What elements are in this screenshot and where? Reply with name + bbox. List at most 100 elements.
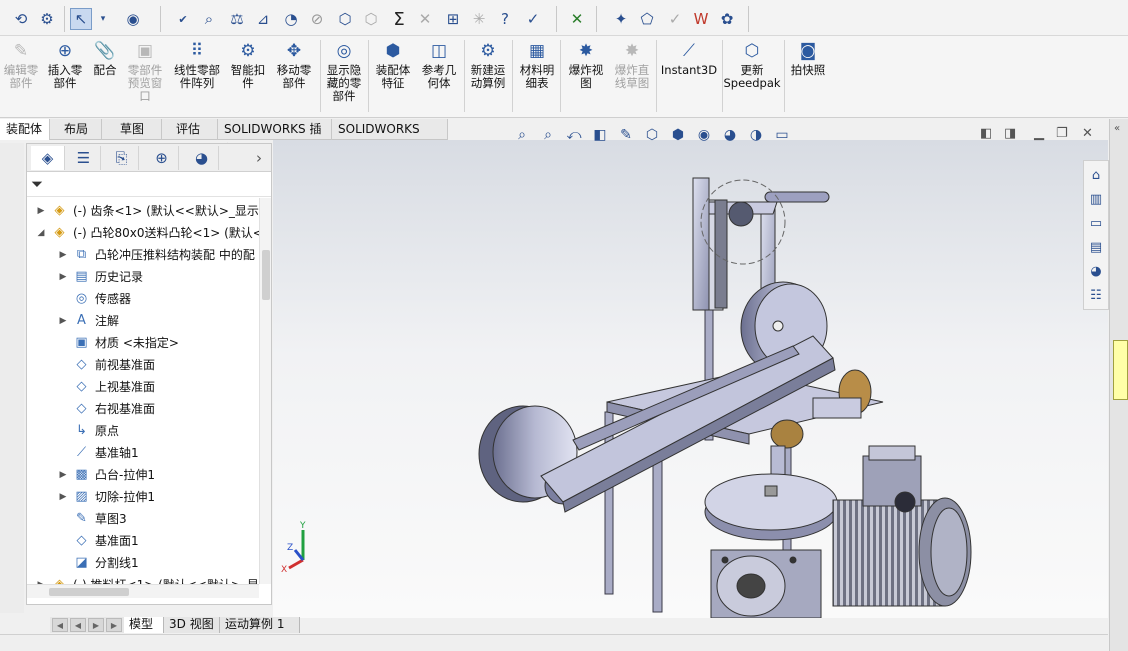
view-orientation-icon[interactable]: ⬡	[640, 124, 664, 146]
assembly-features-button[interactable]: ⬢ 装配体 特征	[372, 40, 414, 90]
tab-assembly[interactable]: 装配体	[0, 119, 50, 140]
panel-expand-chevron-icon[interactable]: ›	[249, 146, 269, 170]
options-icon[interactable]: ⚙	[36, 8, 58, 30]
vertical-scrollbar[interactable]	[259, 198, 271, 584]
scroll-thumb[interactable]	[262, 250, 270, 300]
smart-fasteners-button[interactable]: ⚙ 智能扣 件	[228, 40, 268, 90]
tile-left-icon[interactable]: ◧	[980, 126, 992, 141]
reference-geometry-button[interactable]: ◫ 参考几 何体	[418, 40, 460, 90]
zoom-to-fit-icon[interactable]: ⌕	[510, 124, 534, 146]
display-style-icon[interactable]: ⬢	[666, 124, 690, 146]
design-library-icon[interactable]: ▥	[1086, 189, 1106, 209]
show-hidden-button[interactable]: ◎ 显示隐 藏的零 部件	[322, 40, 366, 103]
next-tab-icon[interactable]: ▶	[88, 618, 104, 632]
tab-solidworks-addins[interactable]: SOLIDWORKS 插件	[218, 119, 332, 156]
mate-button[interactable]: 📎 配合	[90, 40, 120, 77]
zoom-area-icon[interactable]: ⌕	[536, 124, 560, 146]
tile-right-icon[interactable]: ◨	[1004, 126, 1016, 141]
tab-layout[interactable]: 布局	[50, 119, 102, 140]
explode-line-sketch-button[interactable]: ✸ 爆炸直 线草图	[610, 40, 654, 90]
graphics-area[interactable]: Y X Z	[273, 140, 1108, 618]
tab-motion-study[interactable]: 运动算例 1	[220, 617, 300, 633]
expand-arrow-icon[interactable]: ▶	[35, 200, 47, 222]
interference-icon[interactable]: ⬡	[334, 8, 356, 30]
close-icon[interactable]: ✕	[566, 8, 588, 30]
pack-icon[interactable]: ⬠	[636, 8, 658, 30]
minimize-icon[interactable]: ▁	[1034, 126, 1044, 141]
hole-align-icon[interactable]: ✕	[414, 8, 436, 30]
restore-icon[interactable]: ❐	[1056, 126, 1068, 141]
expand-arrow-icon[interactable]: ▶	[57, 310, 69, 332]
expand-arrow-icon[interactable]: ▶	[57, 464, 69, 486]
collapse-icon[interactable]: «	[1114, 123, 1120, 134]
word-icon[interactable]: W	[690, 8, 712, 30]
last-tab-icon[interactable]: ▶	[106, 618, 122, 632]
move-component-button[interactable]: ✥ 移动零 部件	[272, 40, 316, 90]
balance-icon[interactable]: ⚖	[226, 8, 248, 30]
tab-model[interactable]: 模型	[124, 617, 164, 633]
sum-icon[interactable]: Σ	[388, 8, 410, 30]
dynamic-annotation-icon[interactable]: ✎	[614, 124, 638, 146]
sensor-tool-icon[interactable]: ✳	[468, 8, 490, 30]
custom-properties-icon[interactable]: ☷	[1086, 285, 1106, 305]
select-icon[interactable]: ↖	[70, 8, 92, 30]
scenes-icon[interactable]: ◑	[744, 124, 768, 146]
update-speedpak-button[interactable]: ⬡ 更新 Speedpak	[723, 40, 780, 90]
assembly-model[interactable]	[273, 140, 1108, 618]
view-settings-icon[interactable]: ▭	[770, 124, 794, 146]
new-motion-study-button[interactable]: ⚙ 新建运 动算例	[466, 40, 510, 90]
exploded-view-button[interactable]: ✸ 爆炸视 图	[564, 40, 608, 90]
spell-check-icon[interactable]: ✔	[172, 8, 194, 30]
expand-arrow-icon[interactable]: ▶	[35, 574, 47, 584]
view-palette-icon[interactable]: ▤	[1086, 237, 1106, 257]
collapse-arrow-icon[interactable]: ◢	[35, 222, 47, 244]
insert-component-button[interactable]: ⊕ 插入零 部件	[44, 40, 86, 90]
tab-3d-view[interactable]: 3D 视图	[164, 617, 220, 633]
instant3d-button[interactable]: ⟋ Instant3D	[658, 40, 720, 77]
section-icon[interactable]: ⊘	[306, 8, 328, 30]
select-dropdown-icon[interactable]: ▾	[96, 8, 110, 30]
tab-evaluate[interactable]: 评估	[162, 119, 218, 140]
yellow-note-tab[interactable]	[1113, 340, 1128, 400]
displaymanager-tab-icon[interactable]: ◕	[185, 146, 219, 170]
first-tab-icon[interactable]: ◀	[52, 618, 68, 632]
magnify-icon[interactable]: ⌕	[198, 8, 220, 30]
mass-properties-icon[interactable]: ⊞	[442, 8, 464, 30]
help-icon[interactable]: ?	[494, 8, 516, 30]
featuremanager-tab-icon[interactable]: ◈	[31, 146, 65, 170]
configurationmanager-tab-icon[interactable]: ⎘	[105, 146, 139, 170]
fasteners-icon[interactable]: ✦	[610, 8, 632, 30]
scroll-thumb[interactable]	[49, 588, 129, 596]
gauge-icon[interactable]: ◔	[280, 8, 302, 30]
horizontal-scrollbar[interactable]	[27, 584, 259, 598]
edit-appearance-icon[interactable]: ◕	[718, 124, 742, 146]
section-view-icon[interactable]: ◧	[588, 124, 612, 146]
component-preview-button[interactable]: ▣ 零部件 预览窗 口	[124, 40, 166, 103]
snapshot-button[interactable]: ◙ 拍快照	[786, 40, 830, 77]
expand-arrow-icon[interactable]: ▶	[57, 266, 69, 288]
tab-sketch[interactable]: 草图	[102, 119, 162, 140]
clearance-icon[interactable]: ⬡	[360, 8, 382, 30]
approve-icon[interactable]: ✓	[664, 8, 686, 30]
appearance-icon[interactable]: ◉	[122, 8, 144, 30]
linear-pattern-button[interactable]: ⠿ 线性零部 件阵列	[170, 40, 224, 90]
appearances-icon[interactable]: ◕	[1086, 261, 1106, 281]
expand-arrow-icon[interactable]: ▶	[57, 486, 69, 508]
home-icon[interactable]: ⌂	[1086, 165, 1106, 185]
measure-icon[interactable]: ⊿	[252, 8, 274, 30]
check-icon[interactable]: ✓	[522, 8, 544, 30]
dimxpert-tab-icon[interactable]: ⊕	[145, 146, 179, 170]
propertymanager-tab-icon[interactable]: ☰	[67, 146, 101, 170]
tab-solidworks-mbd[interactable]: SOLIDWORKS MBD	[332, 119, 448, 156]
file-explorer-icon[interactable]: ▭	[1086, 213, 1106, 233]
settings-icon[interactable]: ✿	[716, 8, 738, 30]
rebuild-icon[interactable]: ⟲	[10, 8, 32, 30]
expand-arrow-icon[interactable]: ▶	[57, 244, 69, 266]
prev-tab-icon[interactable]: ◀	[70, 618, 86, 632]
filter-icon[interactable]: ⏷	[31, 175, 43, 193]
hide-show-icon[interactable]: ◉	[692, 124, 716, 146]
close-window-icon[interactable]: ✕	[1082, 126, 1093, 141]
edit-component-button[interactable]: ✎ 编辑零 部件	[2, 40, 40, 90]
bom-button[interactable]: ▦ 材料明 细表	[516, 40, 558, 90]
previous-view-icon[interactable]: ⤺	[562, 124, 586, 146]
